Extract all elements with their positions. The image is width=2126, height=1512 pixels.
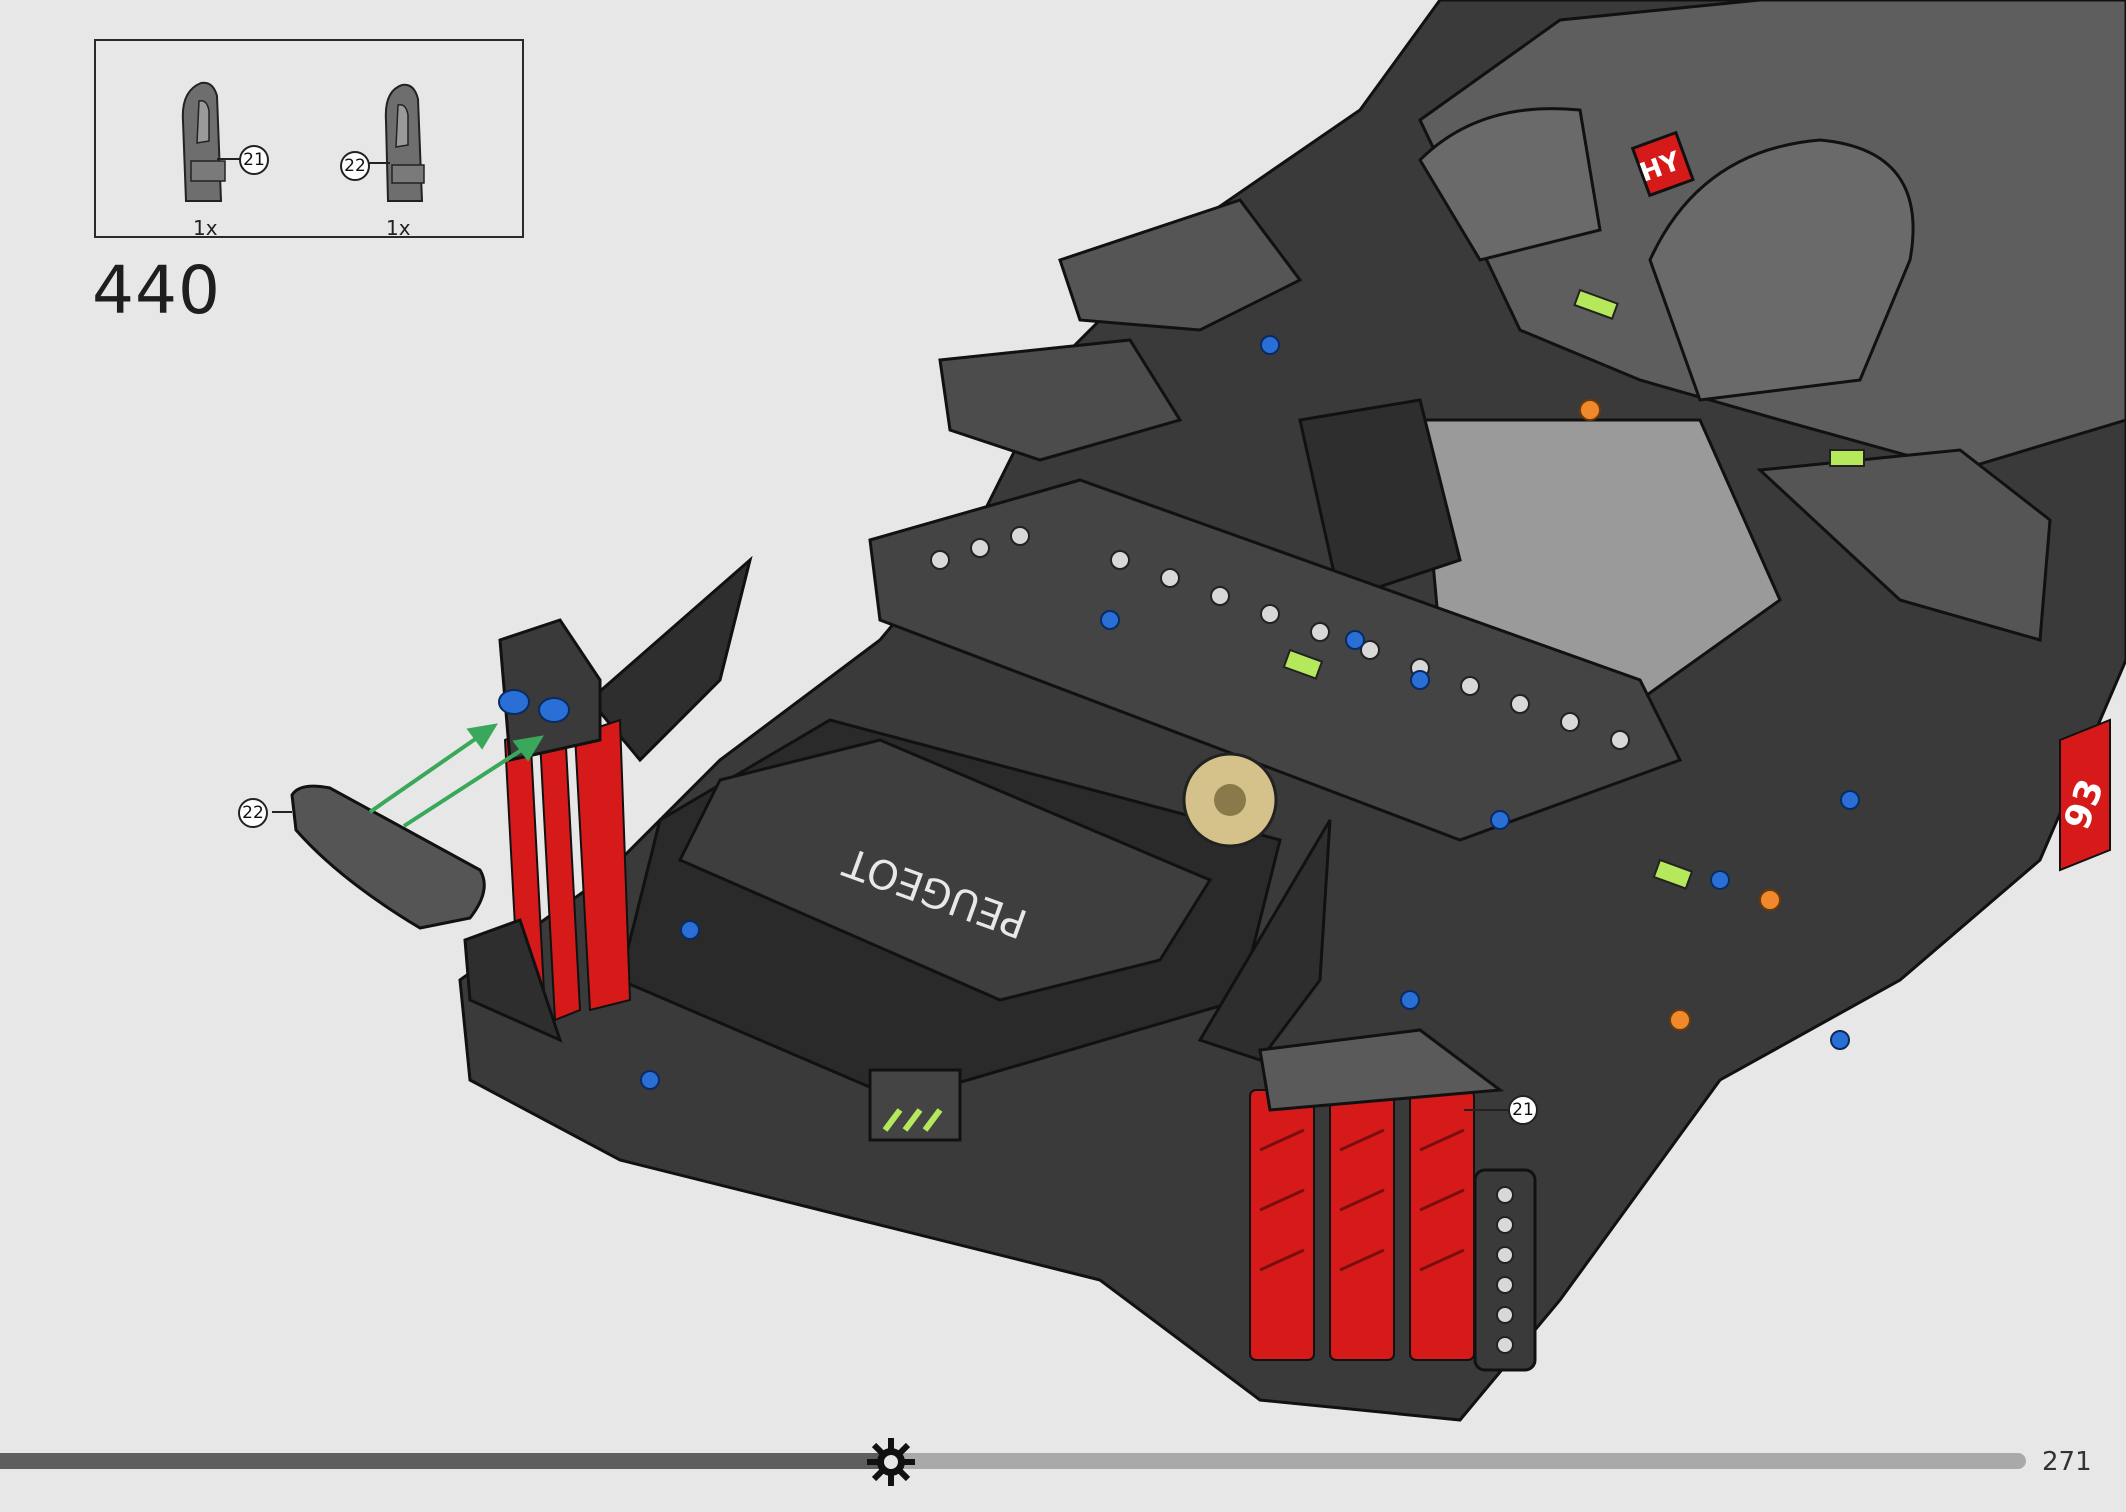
progress-fill bbox=[0, 1453, 891, 1469]
callout-part-22: 22 bbox=[238, 798, 268, 828]
gear-icon bbox=[867, 1438, 915, 1486]
callout-part-21: 21 bbox=[1508, 1095, 1538, 1125]
progress-bar bbox=[0, 1453, 2026, 1469]
page-number: 271 bbox=[2042, 1447, 2092, 1477]
car-model-illustration: PEUGEOT HY 93 bbox=[272, 0, 2126, 1422]
